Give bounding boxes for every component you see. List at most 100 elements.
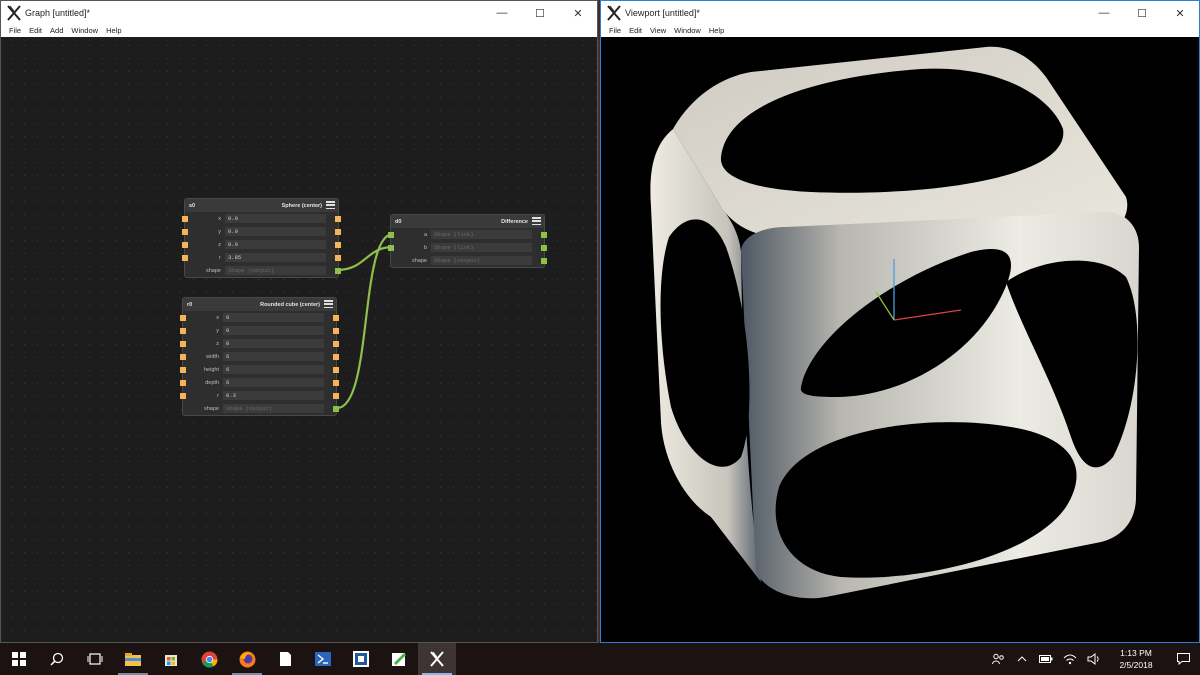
param-row-x: x 0.0 — [182, 212, 341, 225]
param-input[interactable]: 0.0 — [225, 240, 326, 249]
close-button[interactable]: ✕ — [1161, 1, 1199, 25]
menu-icon[interactable] — [324, 300, 333, 308]
show-hidden-icons-button[interactable] — [1010, 643, 1034, 675]
minimize-button[interactable]: — — [1085, 1, 1123, 25]
input-port[interactable] — [180, 353, 186, 360]
param-input[interactable]: 0 — [223, 326, 324, 335]
param-input[interactable]: 0.0 — [225, 214, 326, 223]
search-button[interactable] — [38, 643, 76, 675]
output-port[interactable] — [541, 231, 547, 238]
task-view-button[interactable] — [76, 643, 114, 675]
node-header[interactable]: d0 Difference — [391, 215, 544, 228]
param-input[interactable]: 6 — [223, 378, 324, 387]
maximize-button[interactable]: ☐ — [1123, 1, 1161, 25]
menu-edit[interactable]: Edit — [29, 25, 42, 37]
menu-add[interactable]: Add — [50, 25, 63, 37]
shape-output-port[interactable] — [541, 257, 547, 264]
input-port[interactable] — [180, 314, 186, 321]
close-button[interactable]: ✕ — [559, 1, 597, 25]
taskbar-file[interactable] — [266, 643, 304, 675]
graph-titlebar[interactable]: Graph [untitled]* — ☐ ✕ — [1, 1, 597, 25]
taskbar-studio[interactable] — [418, 643, 456, 675]
output-port[interactable] — [333, 327, 339, 334]
output-port[interactable] — [335, 228, 341, 235]
wifi-button[interactable] — [1058, 643, 1082, 675]
param-input[interactable]: 0.0 — [225, 227, 326, 236]
graph-canvas[interactable]: s0 Sphere (center) x 0.0 y 0.0 z 0.0 r 3… — [1, 37, 597, 642]
node-header[interactable]: r0 Rounded cube (center) — [183, 298, 336, 311]
input-port[interactable] — [182, 254, 188, 261]
3d-viewport[interactable] — [601, 37, 1199, 642]
menu-view[interactable]: View — [650, 25, 666, 37]
menu-window[interactable]: Window — [71, 25, 98, 37]
taskbar-file-explorer[interactable] — [114, 643, 152, 675]
link-field: Shape (link) — [431, 230, 532, 239]
graph-menubar: File Edit Add Window Help — [1, 25, 597, 37]
input-port-b[interactable] — [388, 244, 394, 251]
rounded-cube-node[interactable]: r0 Rounded cube (center) x 0 y 0 z 0 wid… — [180, 297, 339, 416]
input-port[interactable] — [180, 366, 186, 373]
input-port[interactable] — [182, 228, 188, 235]
output-port[interactable] — [333, 314, 339, 321]
viewport-window[interactable]: Viewport [untitled]* — ☐ ✕ File Edit Vie… — [600, 0, 1200, 643]
param-input[interactable]: 0 — [223, 313, 324, 322]
param-input[interactable]: 6 — [223, 352, 324, 361]
param-input[interactable]: 0.3 — [223, 391, 324, 400]
taskbar-notepad[interactable] — [380, 643, 418, 675]
minimize-button[interactable]: — — [483, 1, 521, 25]
output-port[interactable] — [335, 215, 341, 222]
shape-output-port[interactable] — [335, 267, 341, 274]
maximize-button[interactable]: ☐ — [521, 1, 559, 25]
input-port-a[interactable] — [388, 231, 394, 238]
taskbar-clock[interactable]: 1:13 PM 2/5/2018 — [1106, 647, 1166, 671]
output-port[interactable] — [333, 353, 339, 360]
volume-button[interactable] — [1082, 643, 1106, 675]
people-button[interactable] — [986, 643, 1010, 675]
maximize-icon: ☐ — [535, 7, 545, 20]
output-port[interactable] — [333, 340, 339, 347]
input-port[interactable] — [180, 327, 186, 334]
input-port[interactable] — [180, 340, 186, 347]
wifi-icon — [1063, 654, 1077, 665]
menu-icon[interactable] — [326, 201, 335, 209]
input-port[interactable] — [180, 379, 186, 386]
shape-output-port[interactable] — [333, 405, 339, 412]
chevron-up-icon — [1017, 656, 1027, 662]
param-label: depth — [205, 379, 219, 386]
menu-help[interactable]: Help — [709, 25, 724, 37]
output-port[interactable] — [333, 366, 339, 373]
param-label: r — [217, 392, 219, 399]
input-port[interactable] — [180, 392, 186, 399]
graph-window[interactable]: Graph [untitled]* — ☐ ✕ File Edit Add Wi… — [0, 0, 598, 643]
menu-window[interactable]: Window — [674, 25, 701, 37]
output-port[interactable] — [335, 241, 341, 248]
output-port[interactable] — [333, 379, 339, 386]
param-input[interactable]: 6 — [223, 365, 324, 374]
wire-sphere-to-difference-b — [336, 245, 394, 272]
param-label: x — [216, 314, 219, 321]
menu-file[interactable]: File — [9, 25, 21, 37]
menu-icon[interactable] — [532, 217, 541, 225]
output-port[interactable] — [333, 392, 339, 399]
node-header[interactable]: s0 Sphere (center) — [185, 199, 338, 212]
battery-button[interactable] — [1034, 643, 1058, 675]
input-port[interactable] — [182, 241, 188, 248]
start-button[interactable] — [0, 643, 38, 675]
menu-file[interactable]: File — [609, 25, 621, 37]
menu-edit[interactable]: Edit — [629, 25, 642, 37]
param-input[interactable]: 3.85 — [225, 253, 326, 262]
action-center-button[interactable] — [1166, 643, 1200, 675]
param-input[interactable]: 0 — [223, 339, 324, 348]
taskbar-chrome[interactable] — [190, 643, 228, 675]
menu-help[interactable]: Help — [106, 25, 121, 37]
taskbar-remote-desktop[interactable] — [342, 643, 380, 675]
taskbar-firefox[interactable] — [228, 643, 266, 675]
sphere-node[interactable]: s0 Sphere (center) x 0.0 y 0.0 z 0.0 r 3… — [182, 198, 341, 278]
output-port[interactable] — [335, 254, 341, 261]
taskbar-store[interactable] — [152, 643, 190, 675]
taskbar-powershell[interactable] — [304, 643, 342, 675]
input-port[interactable] — [182, 215, 188, 222]
viewport-titlebar[interactable]: Viewport [untitled]* — ☐ ✕ — [601, 1, 1199, 25]
output-port[interactable] — [541, 244, 547, 251]
difference-node[interactable]: d0 Difference a Shape (link) b Shape (li… — [388, 214, 547, 268]
